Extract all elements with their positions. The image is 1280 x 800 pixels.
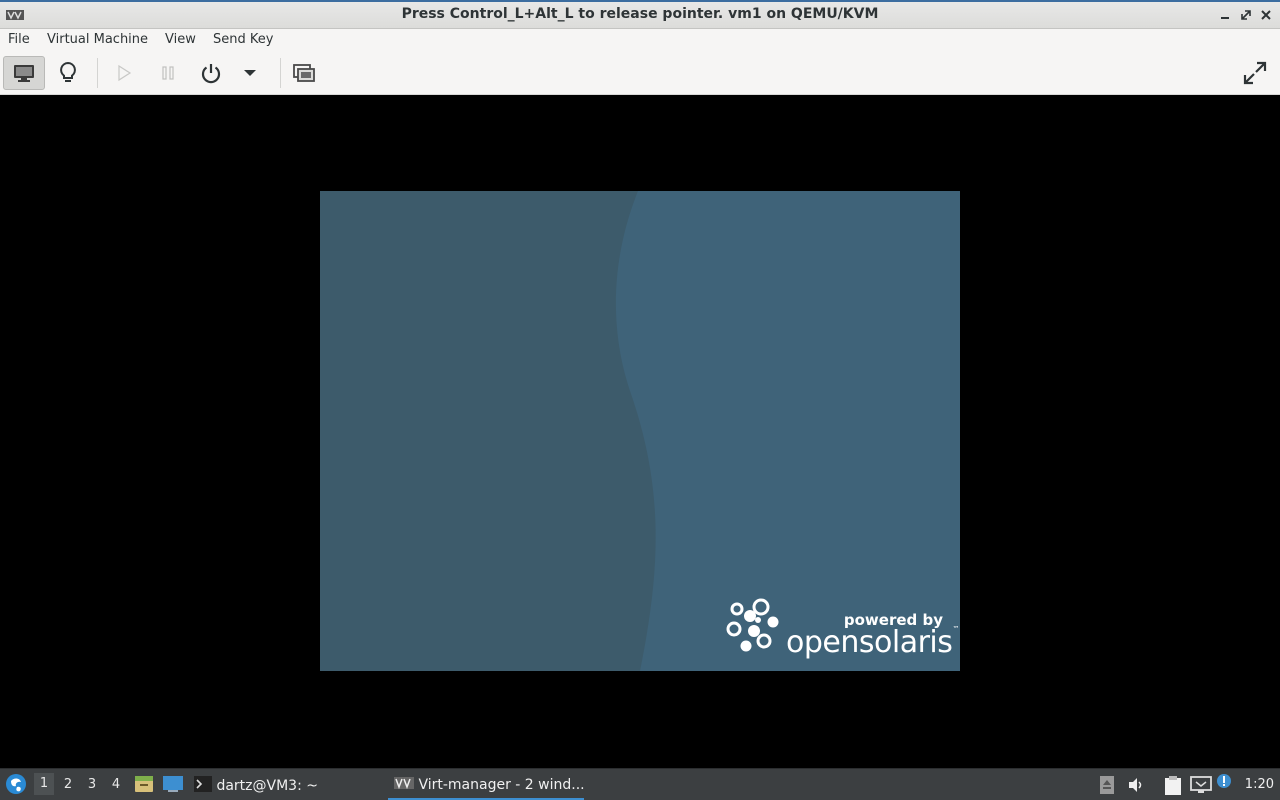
start-menu-icon[interactable] <box>5 773 27 795</box>
power-icon <box>201 64 221 84</box>
network-icon[interactable] <box>1190 776 1212 798</box>
window-titlebar: Press Control_L+Alt_L to release pointer… <box>0 0 1280 29</box>
snapshots-button[interactable] <box>287 56 321 90</box>
taskbar: 1 2 3 4 dartz@VM3: ~ Virt-manager - 2 wi… <box>0 768 1280 800</box>
notification-icon[interactable] <box>1216 773 1232 793</box>
volume-icon[interactable] <box>1127 776 1145 798</box>
menu-file[interactable]: File <box>8 32 30 47</box>
workspace-3[interactable]: 3 <box>82 777 102 792</box>
chevron-down-icon <box>244 70 256 76</box>
eject-icon[interactable] <box>1100 776 1114 798</box>
vm-display-area[interactable]: powered by opensolaris™ <box>0 95 1280 768</box>
snapshot-icon <box>293 64 315 82</box>
menu-virtual-machine[interactable]: Virtual Machine <box>47 32 148 47</box>
taskbar-task-terminal[interactable]: dartz@VM3: ~ <box>194 776 318 794</box>
pause-icon <box>162 66 174 80</box>
file-manager-icon[interactable] <box>134 775 154 797</box>
maximize-icon[interactable] <box>1239 8 1253 22</box>
window-title: Press Control_L+Alt_L to release pointer… <box>401 6 879 22</box>
fullscreen-icon <box>1243 61 1267 85</box>
opensolaris-wordmark: opensolaris™ <box>786 625 959 660</box>
virt-manager-icon <box>394 777 414 790</box>
shutdown-menu-button[interactable] <box>233 56 267 90</box>
close-icon[interactable] <box>1259 8 1273 22</box>
brand-text: opensolaris <box>786 625 953 660</box>
vm-screen[interactable]: powered by opensolaris™ <box>320 191 960 671</box>
menubar: File Virtual Machine View Send Key <box>0 29 1280 52</box>
terminal-icon <box>194 776 212 792</box>
task-label: dartz@VM3: ~ <box>216 778 318 794</box>
minimize-icon[interactable] <box>1218 8 1232 22</box>
workspace-1[interactable]: 1 <box>34 773 54 795</box>
lightbulb-icon <box>60 61 76 82</box>
toolbar-separator <box>280 58 281 88</box>
fullscreen-button[interactable] <box>1238 56 1272 90</box>
desktop-icon[interactable] <box>162 775 184 797</box>
opensolaris-background <box>320 191 960 671</box>
details-view-button[interactable] <box>51 56 85 90</box>
taskbar-task-virt-manager[interactable]: Virt-manager - 2 wind... <box>388 776 585 800</box>
clipboard-icon[interactable] <box>1164 776 1182 800</box>
play-icon <box>118 64 132 82</box>
task-label: Virt-manager - 2 wind... <box>418 777 585 793</box>
console-view-button[interactable] <box>3 56 45 90</box>
trademark-symbol: ™ <box>952 625 959 633</box>
toolbar-separator <box>97 58 98 88</box>
workspace-2[interactable]: 2 <box>58 777 78 792</box>
run-button[interactable] <box>107 56 141 90</box>
menu-send-key[interactable]: Send Key <box>213 32 273 47</box>
pause-button[interactable] <box>151 56 185 90</box>
workspace-4[interactable]: 4 <box>106 777 126 792</box>
taskbar-clock[interactable]: 1:20 <box>1245 777 1274 792</box>
shutdown-button[interactable] <box>194 56 228 90</box>
menu-view[interactable]: View <box>165 32 196 47</box>
monitor-icon <box>14 65 34 82</box>
toolbar <box>0 52 1280 95</box>
opensolaris-logo-icon <box>726 598 779 652</box>
